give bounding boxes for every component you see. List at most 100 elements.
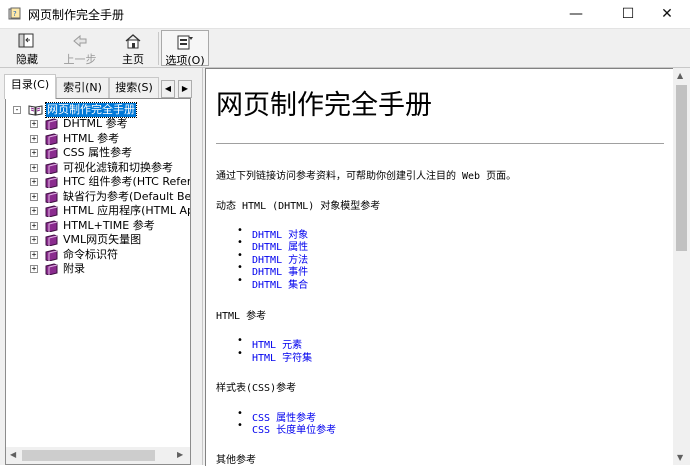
book-icon xyxy=(45,118,58,130)
tree-root[interactable]: - 网页制作完全手册 xyxy=(6,102,186,118)
contents-tree: - 网页制作完全手册 + DHTML 参考 + HTML 参考 + CSS 属性参考 + 可视… xyxy=(5,98,191,465)
bullet: • xyxy=(237,420,243,431)
tree-item[interactable]: + VML网页矢量图 xyxy=(6,233,186,247)
tree-item-label: 附录 xyxy=(63,262,85,275)
tree-item[interactable]: + CSS 属性参考 xyxy=(6,146,186,160)
tree-item[interactable]: + DHTML 参考 xyxy=(6,117,186,131)
home-label: 主页 xyxy=(122,53,144,66)
bullet: • xyxy=(237,250,243,261)
tree-item-label: 命令标识符 xyxy=(63,247,118,261)
scroll-left-icon[interactable]: ◀ xyxy=(10,450,16,459)
tree-item[interactable]: + HTC 组件参考(HTC Refera xyxy=(6,175,190,189)
expand-icon[interactable]: + xyxy=(30,163,38,172)
svg-text:?: ? xyxy=(13,10,17,18)
hide-pane-icon xyxy=(18,33,34,48)
options-button[interactable]: 选项(O) xyxy=(161,30,209,67)
minimize-button[interactable]: — xyxy=(553,0,599,28)
tree-item[interactable]: + 命令标识符 xyxy=(6,248,186,262)
tab-scroll-left-button[interactable]: ◀ xyxy=(161,80,175,98)
tree-item-label: HTML+TIME 参考 xyxy=(63,218,155,232)
tree-item[interactable]: + HTML 应用程序(HTML Appl xyxy=(6,204,190,218)
back-label: 上一步 xyxy=(63,53,97,66)
expand-icon[interactable]: + xyxy=(30,221,38,230)
tab-contents-label: 目录(C) xyxy=(10,78,50,91)
link-html-charset[interactable]: HTML 字符集 xyxy=(252,349,312,364)
expand-icon[interactable]: + xyxy=(30,192,38,201)
page-title: 网页制作完全手册 xyxy=(216,90,432,121)
tree-item-label: VML网页矢量图 xyxy=(63,233,142,246)
back-button[interactable]: 上一步 xyxy=(54,30,106,66)
content-vertical-scrollbar[interactable]: ▲ ▼ xyxy=(673,68,690,465)
expand-icon[interactable]: + xyxy=(30,178,38,186)
tree-item-label: HTML 参考 xyxy=(63,131,120,145)
horizontal-scroll-thumb[interactable] xyxy=(22,450,155,461)
book-icon xyxy=(45,147,58,159)
expand-icon[interactable]: + xyxy=(30,265,38,273)
link-dhtml-collections[interactable]: DHTML 集合 xyxy=(252,276,308,291)
tab-search[interactable]: 搜索(S) xyxy=(109,77,159,98)
expand-icon[interactable]: + xyxy=(30,134,38,143)
toolbar: 隐藏 上一步 主页 选项(O) xyxy=(0,29,690,68)
section-heading: 样式表(CSS)参考 xyxy=(216,383,297,394)
bullet: • xyxy=(237,225,243,236)
book-icon xyxy=(45,205,58,217)
scroll-down-icon[interactable]: ▼ xyxy=(677,453,683,462)
triangle-right-icon: ▶ xyxy=(181,84,189,93)
book-icon xyxy=(45,190,58,203)
collapse-icon[interactable]: - xyxy=(13,106,21,114)
minimize-icon: — xyxy=(569,6,583,22)
hide-button[interactable]: 隐藏 xyxy=(1,30,53,66)
tree-item-label: DHTML 参考 xyxy=(63,117,128,130)
bullet: • xyxy=(237,335,243,346)
options-icon xyxy=(177,35,193,50)
bullet: • xyxy=(237,237,243,248)
home-icon xyxy=(125,34,141,49)
triangle-left-icon: ◀ xyxy=(164,84,172,93)
tree-item[interactable]: + 可视化滤镜和切换参考 xyxy=(6,161,186,175)
title-bar: ? 网页制作完全手册 — ☐ ✕ xyxy=(0,0,690,29)
expand-icon[interactable]: + xyxy=(30,149,38,157)
tree-horizontal-scrollbar[interactable]: ◀ ▶ xyxy=(6,447,190,464)
divider xyxy=(216,143,664,144)
tree-item[interactable]: + HTML+TIME 参考 xyxy=(6,219,186,233)
tab-index[interactable]: 索引(N) xyxy=(56,77,109,98)
section-heading: 动态 HTML (DHTML) 对象模型参考 xyxy=(216,201,381,212)
maximize-icon: ☐ xyxy=(621,6,635,22)
bullet: • xyxy=(237,262,243,273)
expand-icon[interactable]: + xyxy=(30,236,38,244)
tree-item-label: HTC 组件参考(HTC Refera xyxy=(63,175,191,188)
book-icon xyxy=(45,234,58,246)
bullet: • xyxy=(237,408,243,419)
bullet: • xyxy=(237,348,243,359)
tree-item-label: 缺省行为参考(Default Be xyxy=(63,189,191,203)
book-icon xyxy=(45,219,58,232)
options-label: 选项(O) xyxy=(165,54,205,67)
intro-text: 通过下列链接访问参考资料，可帮助你创建引人注目的 Web 页面。 xyxy=(216,171,517,182)
close-button[interactable]: ✕ xyxy=(644,0,690,28)
tree-item-label: CSS 属性参考 xyxy=(63,146,133,159)
tab-index-label: 索引(N) xyxy=(63,81,102,94)
tab-contents[interactable]: 目录(C) xyxy=(4,74,56,99)
vertical-scroll-thumb[interactable] xyxy=(676,85,687,251)
scroll-up-icon[interactable]: ▲ xyxy=(677,71,683,80)
close-icon: ✕ xyxy=(661,6,673,22)
content-pane: 网页制作完全手册 通过下列链接访问参考资料，可帮助你创建引人注目的 Web 页面… xyxy=(205,68,674,466)
home-button[interactable]: 主页 xyxy=(107,30,159,66)
section-heading: HTML 参考 xyxy=(216,311,267,322)
book-icon xyxy=(45,176,58,188)
section-heading: 其他参考 xyxy=(216,455,256,466)
help-book-icon: ? xyxy=(8,7,21,20)
expand-icon[interactable]: + xyxy=(30,250,38,259)
tree-item[interactable]: + 缺省行为参考(Default Be xyxy=(6,190,190,204)
link-css-length-units[interactable]: CSS 长度单位参考 xyxy=(252,421,336,436)
back-arrow-icon xyxy=(73,34,87,48)
book-icon xyxy=(45,132,58,145)
tab-scroll-right-button[interactable]: ▶ xyxy=(178,80,192,98)
expand-icon[interactable]: + xyxy=(30,207,38,215)
tree-item[interactable]: + 附录 xyxy=(6,262,186,276)
tree-root-label: 网页制作完全手册 xyxy=(45,102,137,118)
tree-item-label: HTML 应用程序(HTML Appl xyxy=(63,204,191,217)
tree-item[interactable]: + HTML 参考 xyxy=(6,132,186,146)
scroll-right-icon[interactable]: ▶ xyxy=(177,450,183,459)
expand-icon[interactable]: + xyxy=(30,120,38,128)
